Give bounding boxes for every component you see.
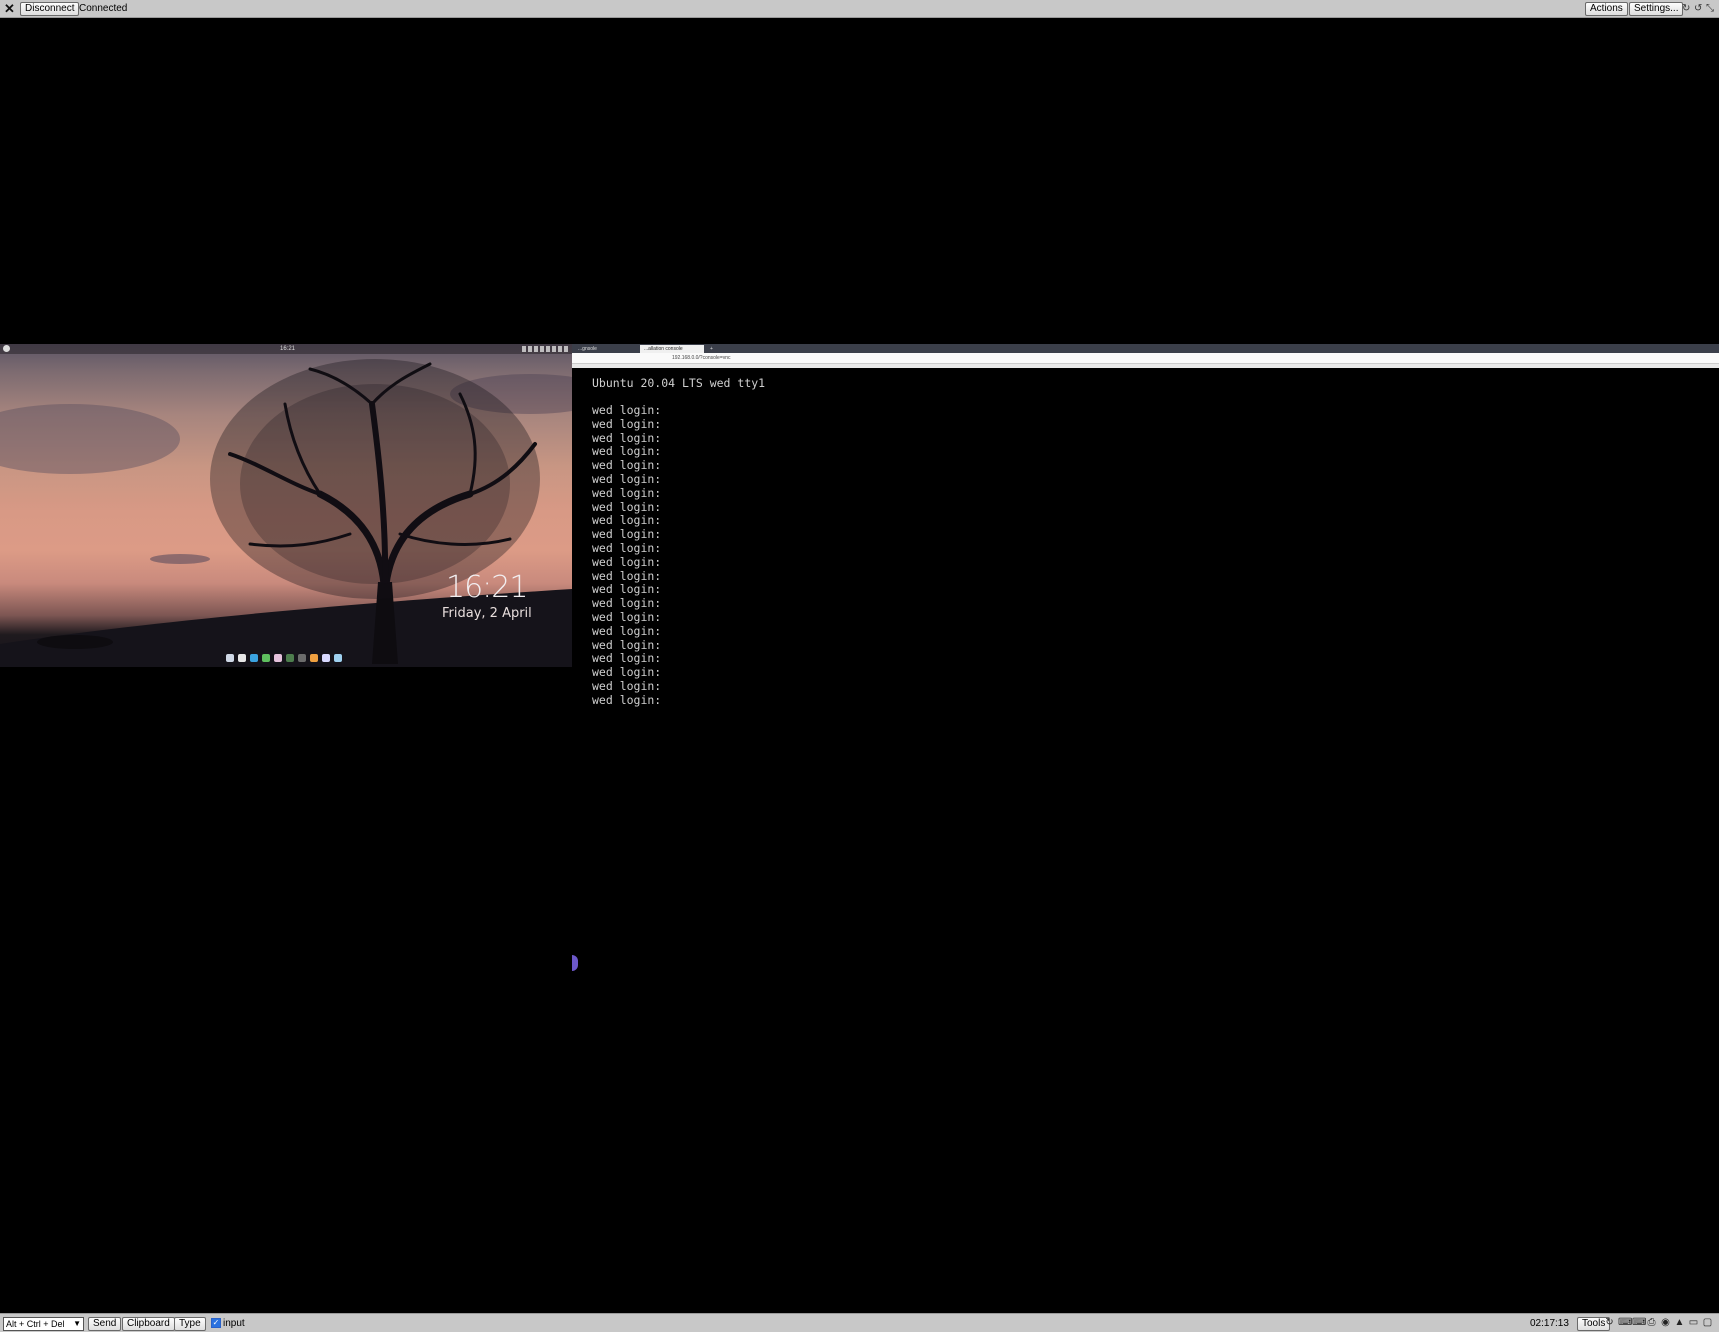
top-toolbar: ✕ Disconnect Connected Actions Settings.… — [0, 0, 1719, 18]
login-prompt-line: wed login: — [592, 623, 662, 638]
login-prompt-line: wed login: — [592, 527, 662, 542]
keyboard-alt-icon[interactable]: ⌨ — [1632, 1317, 1646, 1329]
login-prompt-line: wed login: — [592, 485, 662, 500]
login-prompt-line: wed login: — [592, 596, 662, 611]
app-dock — [226, 654, 342, 662]
session-time: 02:17:13 — [1530, 1318, 1569, 1329]
tty-console[interactable]: Ubuntu 20.04 LTS wed tty1 wed login: wed … — [572, 368, 1719, 706]
lock-screen-clock: 16:21 — [446, 570, 528, 605]
console-header: Ubuntu 20.04 LTS wed tty1 — [592, 376, 766, 390]
keyboard-icon[interactable]: ⌨ — [1618, 1317, 1632, 1329]
login-prompt-line: wed login: — [592, 416, 662, 431]
login-prompt-line: wed login: — [592, 582, 662, 597]
remote-screen-left[interactable]: 16:21 16:21 Friday, 2 April — [0, 344, 572, 667]
login-prompt-line: wed login: — [592, 651, 662, 666]
input-checkbox[interactable]: ✓ — [211, 1318, 221, 1328]
login-prompt-line: wed login: — [592, 541, 662, 555]
login-prompt-line: wed login: — [592, 692, 662, 707]
dock-app-icon[interactable] — [322, 654, 330, 662]
refresh-icon[interactable]: ↻ — [1682, 3, 1692, 14]
printer-icon[interactable]: ⎙ — [1646, 1317, 1657, 1329]
input-checkbox-label: input — [223, 1318, 245, 1329]
disconnect-button[interactable]: Disconnect — [20, 2, 80, 16]
bottom-icon-tray: ↻ ⌨ ⌨ ⎙ ◉ ▲ ▭ ▢ — [1604, 1317, 1713, 1329]
browser-address-bar[interactable]: 192.168.0.0/?console=vnc — [572, 353, 1719, 364]
dock-app-icon[interactable] — [334, 654, 342, 662]
chevron-down-icon: ▼ — [73, 1319, 81, 1328]
actions-button[interactable]: Actions — [1585, 2, 1628, 16]
browser-tab-active[interactable]: ...allation console — [640, 345, 704, 353]
login-prompt-line: wed login: — [592, 472, 662, 486]
dock-app-icon[interactable] — [250, 654, 258, 662]
login-prompt-line: wed login: — [592, 665, 662, 680]
side-panel-handle[interactable] — [572, 955, 578, 971]
login-prompt-line: wed login: — [592, 637, 662, 652]
login-prompt-line: wed login: — [592, 444, 662, 459]
login-prompt-line: wed login: — [592, 458, 662, 473]
type-button[interactable]: Type — [174, 1317, 206, 1331]
clipboard-button[interactable]: Clipboard — [122, 1317, 175, 1331]
new-tab-button[interactable]: + — [706, 345, 716, 353]
remote-browser-window: ...gnsole ...allation console + 192.168.… — [572, 344, 1719, 368]
camera-icon[interactable]: ◉ — [1660, 1317, 1671, 1329]
bell-icon[interactable]: ▲ — [1674, 1317, 1685, 1329]
close-icon[interactable]: ✕ — [4, 1, 15, 16]
dock-app-icon[interactable] — [262, 654, 270, 662]
settings-button[interactable]: Settings... — [1629, 2, 1684, 16]
fullscreen-icon[interactable]: ⤡ — [1706, 3, 1716, 14]
reload-icon[interactable]: ↺ — [1694, 3, 1704, 14]
dock-app-icon[interactable] — [286, 654, 294, 662]
send-button[interactable]: Send — [88, 1317, 122, 1331]
connection-status: Connected — [79, 3, 128, 14]
browser-tab[interactable]: ...gnsole — [574, 345, 638, 353]
login-prompt-line: wed login: — [592, 499, 662, 514]
chat-icon[interactable]: ▢ — [1702, 1317, 1713, 1329]
login-prompt-line: wed login: — [592, 679, 662, 693]
login-prompt-line: wed login: — [592, 430, 662, 445]
dock-app-icon[interactable] — [310, 654, 318, 662]
key-combo-select[interactable]: Alt + Ctrl + Del ▼ — [3, 1317, 84, 1331]
login-prompt-line: wed login: — [592, 610, 662, 624]
bottom-toolbar: Alt + Ctrl + Del ▼ Send Clipboard Type ✓… — [0, 1313, 1719, 1332]
login-prompt-line: wed login: — [592, 513, 662, 528]
lock-screen-date: Friday, 2 April — [442, 606, 532, 621]
key-combo-value: Alt + Ctrl + Del — [6, 1319, 65, 1329]
dock-app-icon[interactable] — [274, 654, 282, 662]
refresh-icon[interactable]: ↻ — [1604, 1317, 1615, 1329]
login-prompt-line: wed login: — [592, 568, 662, 583]
dock-app-icon[interactable] — [238, 654, 246, 662]
browser-tab-strip: ...gnsole ...allation console + — [572, 344, 1719, 353]
login-prompt-line: wed login: — [592, 554, 662, 569]
url-text[interactable]: 192.168.0.0/?console=vnc — [672, 354, 731, 362]
dock-app-icon[interactable] — [226, 654, 234, 662]
monitor-icon[interactable]: ▭ — [1688, 1317, 1699, 1329]
login-prompt-line: wed login: — [592, 403, 662, 417]
dock-app-icon[interactable] — [298, 654, 306, 662]
